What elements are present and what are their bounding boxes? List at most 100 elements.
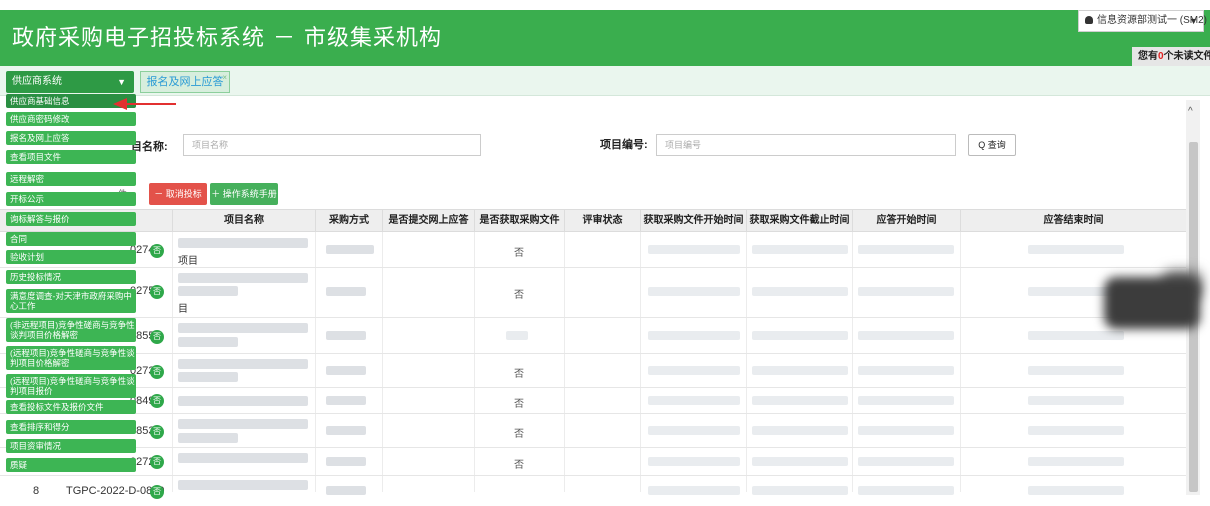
menu-item-bid-opening[interactable]: 开标公示: [6, 192, 136, 206]
redacted-text: [178, 433, 238, 443]
table-row[interactable]: 0274 否 项目 否: [0, 232, 1186, 268]
menu-item-bid-files[interactable]: 查看投标文件及报价文件: [6, 400, 136, 414]
redacted-text: [326, 366, 366, 375]
redacted-text: [858, 366, 954, 375]
col-response-start: 应答开始时间: [852, 210, 960, 232]
chevron-down-icon: ▼: [1189, 16, 1198, 26]
redacted-text: [752, 426, 848, 435]
table-row[interactable]: 0272 否 否: [0, 448, 1186, 476]
unread-suffix: 个未读文件: [1163, 51, 1210, 62]
redacted-text: [1028, 457, 1124, 466]
menu-item-remote-decrypt-price[interactable]: (远程项目)竞争性磋商与竞争性谈判项目价格解密: [6, 346, 136, 370]
annotation-arrow-icon: [113, 98, 127, 110]
menu-item-project-files[interactable]: 查看项目文件: [6, 150, 136, 164]
redacted-text: [326, 331, 366, 340]
chevron-up-icon[interactable]: ^: [1188, 106, 1193, 117]
table-row[interactable]: 8 TGPC-2022-D-0850 否: [0, 476, 1186, 506]
redacted-text: [752, 457, 848, 466]
module-select[interactable]: 供应商系统 ▼: [6, 71, 134, 93]
redacted-text: [178, 273, 308, 283]
redacted-text: [1028, 486, 1124, 495]
redacted-text: [858, 287, 954, 296]
tab-online-response[interactable]: 报名及网上应答 ×: [140, 71, 230, 93]
col-fetch-end: 获取采购文件截止时间: [746, 210, 852, 232]
redacted-text: [858, 486, 954, 495]
menu-item-online-response[interactable]: 报名及网上应答: [6, 131, 136, 145]
tab-label: 报名及网上应答: [146, 76, 224, 88]
table-row[interactable]: 0853 否 否: [0, 414, 1186, 448]
redacted-text: [178, 419, 308, 429]
status-badge: 否: [150, 485, 164, 499]
redacted-text: [648, 245, 740, 254]
user-menu[interactable]: 信息资源部测试一 (SM2) ▼: [1078, 10, 1207, 32]
redacted-text: [326, 245, 374, 254]
cancel-bid-button[interactable]: － 取消投标: [149, 183, 207, 205]
redacted-text: [858, 396, 954, 405]
redacted-text: [178, 372, 238, 382]
table-row[interactable]: 0855 否: [0, 318, 1186, 354]
redacted-text: [1028, 426, 1124, 435]
menu-item-challenge[interactable]: 质疑: [6, 458, 136, 472]
menu-item-qualification[interactable]: 项目资审情况: [6, 439, 136, 453]
redacted-text: [752, 396, 848, 405]
menu-item-remote-decrypt[interactable]: 远程解密: [6, 172, 136, 186]
redacted-text: [648, 426, 740, 435]
menu-item-non-remote-decrypt[interactable]: (非远程项目)竞争性磋商与竞争性谈判项目价格解密: [6, 318, 136, 342]
redacted-text: [648, 366, 740, 375]
module-bar: 供应商系统 ▼ 报名及网上应答 ×: [0, 66, 1210, 96]
menu-item-remote-quote[interactable]: (远程项目)竞争性磋商与竞争性谈判项目报价: [6, 374, 136, 398]
status-badge: 否: [150, 244, 164, 258]
status-badge: 否: [150, 455, 164, 469]
user-icon: [1085, 16, 1093, 24]
redacted-text: [1028, 366, 1124, 375]
redacted-text: [648, 396, 740, 405]
annotation-arrow-line: [124, 103, 176, 105]
unread-files-link[interactable]: 您有0个未读文件: [1132, 47, 1210, 66]
col-response-end: 应答结束时间: [960, 210, 1186, 232]
status-badge: 否: [150, 394, 164, 408]
menu-item-inquiry-quote[interactable]: 询标解答与报价: [6, 212, 136, 226]
table-row[interactable]: 0849 否 否: [0, 388, 1186, 414]
menu-item-ranking[interactable]: 查看排序和得分: [6, 420, 136, 434]
chevron-down-icon: ▼: [117, 77, 126, 87]
redacted-text: [752, 245, 848, 254]
close-icon[interactable]: ×: [222, 68, 227, 88]
redacted-text: [1028, 245, 1124, 254]
fetched-value: 否: [514, 369, 524, 380]
fetched-value: 否: [514, 429, 524, 440]
redacted-text: [178, 480, 308, 490]
project-name-tail: 项目: [178, 256, 198, 267]
project-code-label: 项目编号:: [600, 139, 648, 151]
table-row[interactable]: 0273 否 否: [0, 354, 1186, 388]
redacted-text: [752, 287, 848, 296]
project-name-label: 目名称:: [131, 141, 168, 153]
menu-item-satisfaction[interactable]: 满意度调查-对天津市政府采购中心工作: [6, 289, 136, 313]
col-review: 评审状态: [564, 210, 640, 232]
project-code-input[interactable]: 项目编号: [656, 134, 956, 156]
query-button[interactable]: Q 查询: [968, 134, 1016, 156]
fetched-value: 否: [514, 248, 524, 259]
redacted-text: [752, 331, 848, 340]
menu-item-password[interactable]: 供应商密码修改: [6, 112, 136, 126]
menu-item-history[interactable]: 历史投标情况: [6, 270, 136, 284]
status-badge: 否: [150, 330, 164, 344]
status-badge: 否: [150, 425, 164, 439]
redacted-text: [178, 453, 308, 463]
redacted-text: [178, 323, 308, 333]
col-fetched: 是否获取采购文件: [474, 210, 564, 232]
menu-item-acceptance[interactable]: 验收计划: [6, 250, 136, 264]
menu-item-contract[interactable]: 合同: [6, 232, 136, 246]
table-row[interactable]: 0275 否 目 否: [0, 268, 1186, 318]
redacted-text: [326, 287, 366, 296]
project-name-input[interactable]: 项目名称: [183, 134, 481, 156]
page-title: 政府采购电子招投标系统 － 市级集采机构: [12, 26, 442, 51]
unread-prefix: 您有: [1138, 51, 1158, 62]
redacted-text: [178, 359, 308, 369]
col-method: 采购方式: [315, 210, 382, 232]
fetched-value: 否: [514, 460, 524, 471]
redacted-text: [858, 331, 954, 340]
manual-button[interactable]: ＋ 操作系统手册: [210, 183, 278, 205]
status-badge: 否: [150, 285, 164, 299]
redacted-text: [648, 486, 740, 495]
redacted-text: [326, 426, 366, 435]
